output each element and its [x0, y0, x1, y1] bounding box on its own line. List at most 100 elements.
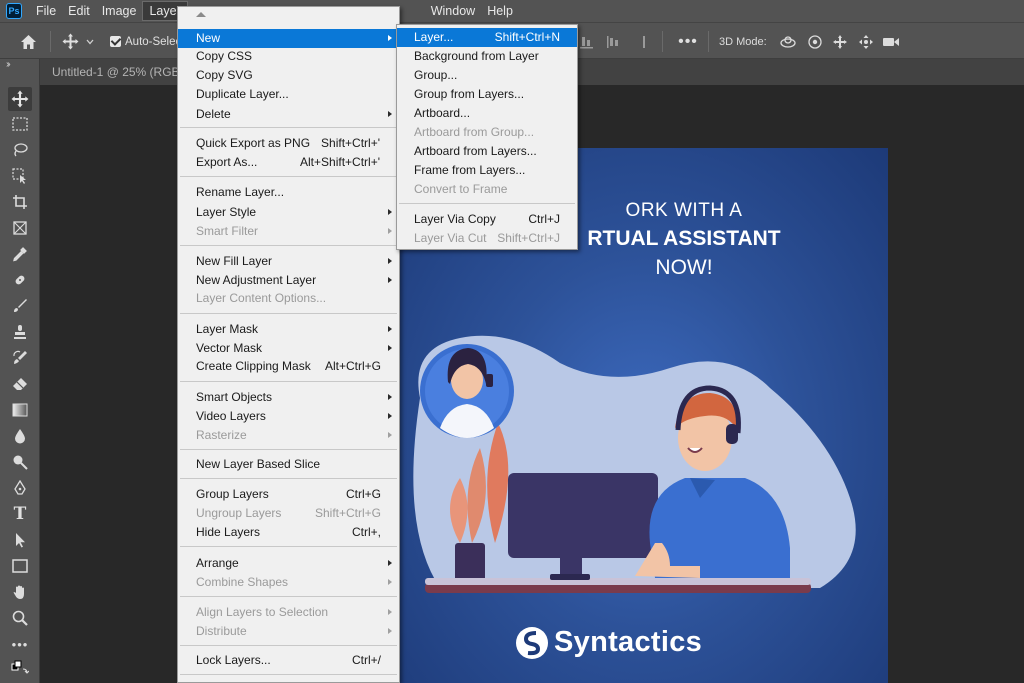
- layer-menu-align-layers[interactable]: Align Layers to Selection: [178, 603, 399, 622]
- submenu-arrow-icon: [388, 413, 392, 419]
- 3d-mode-label: 3D Mode:: [719, 35, 767, 48]
- type-icon[interactable]: T: [8, 502, 32, 526]
- submenu-arrow-icon: [388, 111, 392, 117]
- home-icon[interactable]: [14, 23, 42, 60]
- 3d-roll-icon[interactable]: [804, 23, 826, 60]
- 3d-camera-icon[interactable]: [880, 23, 902, 60]
- layer-menu-combine-shapes[interactable]: Combine Shapes: [178, 573, 399, 592]
- layer-menu-layer-style[interactable]: Layer Style: [178, 203, 399, 222]
- new-submenu-convert-to-frame[interactable]: Convert to Frame: [397, 180, 577, 199]
- 3d-orbit-icon[interactable]: [777, 23, 799, 60]
- crop-icon[interactable]: [8, 190, 32, 214]
- document-tab[interactable]: Untitled-1 @ 25% (RGB/: [48, 59, 187, 85]
- submenu-arrow-icon: [388, 277, 392, 283]
- lasso-icon[interactable]: [8, 138, 32, 162]
- rectangular-marquee-icon[interactable]: [8, 112, 32, 136]
- new-submenu-layer-via-copy[interactable]: Layer Via Copy Ctrl+J: [397, 210, 577, 229]
- 3d-pan-icon[interactable]: [829, 23, 851, 60]
- 3d-slide-icon[interactable]: [855, 23, 877, 60]
- layer-menu-rename-layer[interactable]: Rename Layer...: [178, 183, 399, 202]
- distribute-center-icon[interactable]: [637, 23, 651, 60]
- layer-menu-dropdown: New Copy CSS Copy SVG Duplicate Layer...…: [177, 6, 400, 683]
- syntactics-logo-icon: [516, 626, 548, 659]
- brush-icon[interactable]: [8, 294, 32, 318]
- layer-menu-copy-svg[interactable]: Copy SVG: [178, 66, 399, 85]
- menu-edit[interactable]: Edit: [62, 0, 96, 22]
- menu-window[interactable]: Window: [425, 0, 481, 22]
- gradient-icon[interactable]: [8, 398, 32, 422]
- layer-menu-new-fill-layer[interactable]: New Fill Layer: [178, 252, 399, 271]
- object-selection-icon[interactable]: [8, 164, 32, 188]
- path-selection-icon[interactable]: [8, 528, 32, 552]
- eraser-icon[interactable]: [8, 372, 32, 396]
- new-submenu-artboard[interactable]: Artboard...: [397, 104, 577, 123]
- auto-select-label: Auto-Select: [125, 35, 185, 48]
- layer-menu-delete[interactable]: Delete: [178, 105, 399, 124]
- submenu-arrow-icon: [388, 345, 392, 351]
- submenu-arrow-icon: [388, 394, 392, 400]
- submenu-arrow-icon: [388, 560, 392, 566]
- chevron-down-icon[interactable]: [84, 23, 96, 60]
- new-submenu-layer-via-cut[interactable]: Layer Via Cut Shift+Ctrl+J: [397, 229, 577, 248]
- zoom-icon[interactable]: [8, 606, 32, 630]
- menu-image[interactable]: Image: [96, 0, 143, 22]
- layer-menu-export-as[interactable]: Export As... Alt+Shift+Ctrl+': [178, 153, 399, 172]
- layer-menu-group-layers[interactable]: Group Layers Ctrl+G: [178, 485, 399, 504]
- healing-brush-icon[interactable]: [8, 268, 32, 292]
- layer-menu-smart-filter[interactable]: Smart Filter: [178, 222, 399, 241]
- clone-stamp-icon[interactable]: [8, 320, 32, 344]
- blur-icon[interactable]: [8, 424, 32, 448]
- new-submenu-dropdown: Layer... Shift+Ctrl+N Background from Lay…: [396, 24, 578, 250]
- menu-help[interactable]: Help: [481, 0, 519, 22]
- layer-menu-new-layer-based-slice[interactable]: New Layer Based Slice: [178, 455, 399, 474]
- distribute-left-icon[interactable]: [604, 23, 622, 60]
- move-tool-icon[interactable]: [58, 23, 82, 60]
- scroll-up-arrow-icon[interactable]: [196, 12, 206, 17]
- layer-menu-layer-mask[interactable]: Layer Mask: [178, 320, 399, 339]
- menu-file[interactable]: File: [30, 0, 62, 22]
- rectangle-shape-icon[interactable]: [8, 554, 32, 578]
- submenu-arrow-icon: [388, 609, 392, 615]
- dodge-icon[interactable]: [8, 450, 32, 474]
- more-options-icon[interactable]: •••: [676, 23, 700, 60]
- frame-icon[interactable]: [8, 216, 32, 240]
- more-tools-icon[interactable]: •••: [8, 632, 32, 656]
- auto-select-checkbox[interactable]: Auto-Select: [110, 23, 184, 60]
- layer-menu-distribute[interactable]: Distribute: [178, 622, 399, 641]
- layer-menu-create-clipping-mask[interactable]: Create Clipping Mask Alt+Ctrl+G: [178, 357, 399, 376]
- new-submenu-artboard-from-layers[interactable]: Artboard from Layers...: [397, 142, 577, 161]
- new-submenu-artboard-from-group[interactable]: Artboard from Group...: [397, 123, 577, 142]
- new-submenu-background-from-layer[interactable]: Background from Layer: [397, 47, 577, 66]
- new-submenu-group[interactable]: Group...: [397, 66, 577, 85]
- align-bottom-icon[interactable]: [578, 23, 596, 60]
- new-submenu-layer[interactable]: Layer... Shift+Ctrl+N: [397, 28, 577, 47]
- layer-menu-new-adjustment-layer[interactable]: New Adjustment Layer: [178, 271, 399, 290]
- submenu-arrow-icon: [388, 628, 392, 634]
- layer-menu-quick-export[interactable]: Quick Export as PNG Shift+Ctrl+': [178, 134, 399, 153]
- photoshop-window: Ps File Edit Image Layer Window Help Aut…: [0, 0, 1024, 683]
- layer-menu-duplicate-layer[interactable]: Duplicate Layer...: [178, 85, 399, 104]
- pen-icon[interactable]: [8, 476, 32, 500]
- layer-menu-video-layers[interactable]: Video Layers: [178, 407, 399, 426]
- default-colors-icon[interactable]: [8, 657, 32, 681]
- move-tool-icon[interactable]: [8, 87, 32, 111]
- layer-menu-new[interactable]: New: [178, 29, 399, 48]
- layer-menu-lock-layers[interactable]: Lock Layers... Ctrl+/: [178, 651, 399, 670]
- layer-menu-ungroup-layers[interactable]: Ungroup Layers Shift+Ctrl+G: [178, 504, 399, 523]
- layer-menu-copy-css[interactable]: Copy CSS: [178, 47, 399, 66]
- history-brush-icon[interactable]: [8, 346, 32, 370]
- hand-icon[interactable]: [8, 580, 32, 604]
- submenu-arrow-icon: [388, 326, 392, 332]
- submenu-arrow-icon: [388, 209, 392, 215]
- eyedropper-icon[interactable]: [8, 242, 32, 266]
- layer-menu-vector-mask[interactable]: Vector Mask: [178, 339, 399, 358]
- toolbox: ›› T •••: [0, 59, 40, 683]
- layer-menu-layer-content-options[interactable]: Layer Content Options...: [178, 289, 399, 308]
- layer-menu-smart-objects[interactable]: Smart Objects: [178, 388, 399, 407]
- collapse-panel-icon[interactable]: ››: [6, 59, 10, 70]
- layer-menu-arrange[interactable]: Arrange: [178, 554, 399, 573]
- layer-menu-rasterize[interactable]: Rasterize: [178, 426, 399, 445]
- layer-menu-hide-layers[interactable]: Hide Layers Ctrl+,: [178, 523, 399, 542]
- new-submenu-frame-from-layers[interactable]: Frame from Layers...: [397, 161, 577, 180]
- new-submenu-group-from-layers[interactable]: Group from Layers...: [397, 85, 577, 104]
